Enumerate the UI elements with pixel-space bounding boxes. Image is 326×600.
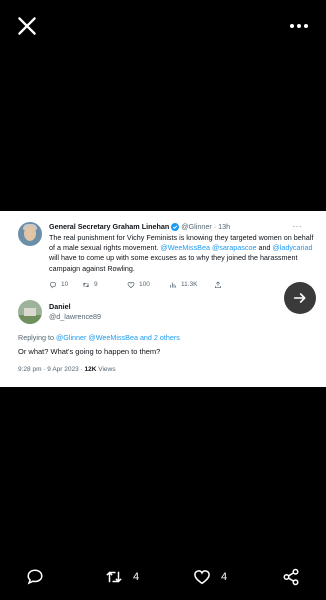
retweet-count: 4 [133,571,140,583]
avatar-building [24,308,36,316]
avatar [18,300,42,324]
mention: @WeeMissBea [160,243,210,253]
like-action: 100 [127,281,169,289]
tweet-header: General Secretary Graham Linehan @Glinne… [49,222,314,232]
avatar-ground [18,315,42,324]
reply-button[interactable] [26,568,44,586]
heart-icon [127,281,135,288]
share-action [214,281,222,289]
author-handle: @Glinner [181,222,212,231]
replying-mentions: @Glinner @WeeMissBea [55,333,138,342]
like-count: 100 [139,281,150,289]
tweet-time: 13h [218,222,231,231]
avatar [18,222,42,246]
heart-icon [194,570,210,585]
reply-author: Daniel @d_lawrence89 [49,302,101,322]
author-name: General Secretary Graham Linehan [49,222,170,231]
views-action: 11.3K [169,281,214,289]
tweet-body: General Secretary Graham Linehan @Glinne… [49,222,314,289]
mention: @sarapascoe [211,243,257,253]
retweet-action: 9 [82,281,127,289]
avatar-face [24,226,36,241]
reply-text: Or what? What's going to happen to them? [18,347,161,356]
views-label: Views [98,366,116,373]
more-horizontal-icon [290,24,294,28]
replying-prefix: Replying to [18,333,54,342]
next-button[interactable] [284,282,316,314]
retweet-count: 9 [94,281,98,289]
viewer-top-bar [0,0,326,50]
tweet-meta: 9:28 pm · 9 Apr 2023 · 12K Views [18,366,115,373]
tweet-more-icon: ··· [292,222,302,231]
close-button[interactable] [14,13,40,39]
reply-count: 10 [61,281,69,289]
mention: @ladycariad [272,243,313,253]
more-options-button[interactable] [286,13,312,39]
replying-to: Replying to @Glinner @WeeMissBea and 2 o… [18,333,180,342]
like-count: 4 [221,571,228,583]
like-button[interactable]: 4 [193,568,227,586]
verified-badge-icon [171,223,180,231]
more-dot [297,24,301,28]
bar-chart-icon [170,282,177,288]
retweet-button[interactable]: 4 [105,568,139,586]
view-count: 11.3K [181,281,198,289]
retweet-icon [82,282,90,287]
views-count: 12K [84,366,97,373]
tweet-text-part: and [258,243,271,253]
arrow-right-icon [293,293,306,303]
reply-action: 10 [49,281,82,289]
tweet-actions: 10 9 100 11.3K [49,281,314,289]
more-dot [304,24,308,28]
share-button[interactable] [282,568,300,586]
share-icon [283,568,299,586]
close-icon [18,17,36,35]
share-icon [215,281,221,288]
comment-icon [27,569,43,585]
viewer-bottom-bar: 4 4 [0,556,326,600]
reply-icon [49,281,57,289]
replying-others: and 2 others [139,333,180,342]
tweet-text: The real punishment for Vichy Feminists … [49,233,314,274]
author-handle: @d_lawrence89 [49,312,102,321]
author-name: Daniel [49,302,71,311]
tweet-timestamp: 9:28 pm · 9 Apr 2023 · [18,366,83,373]
retweet-icon [106,571,122,583]
screenshot-image: General Secretary Graham Linehan @Glinne… [0,211,326,387]
tweet-text-part: will have to come up with some excuses a… [49,253,298,273]
